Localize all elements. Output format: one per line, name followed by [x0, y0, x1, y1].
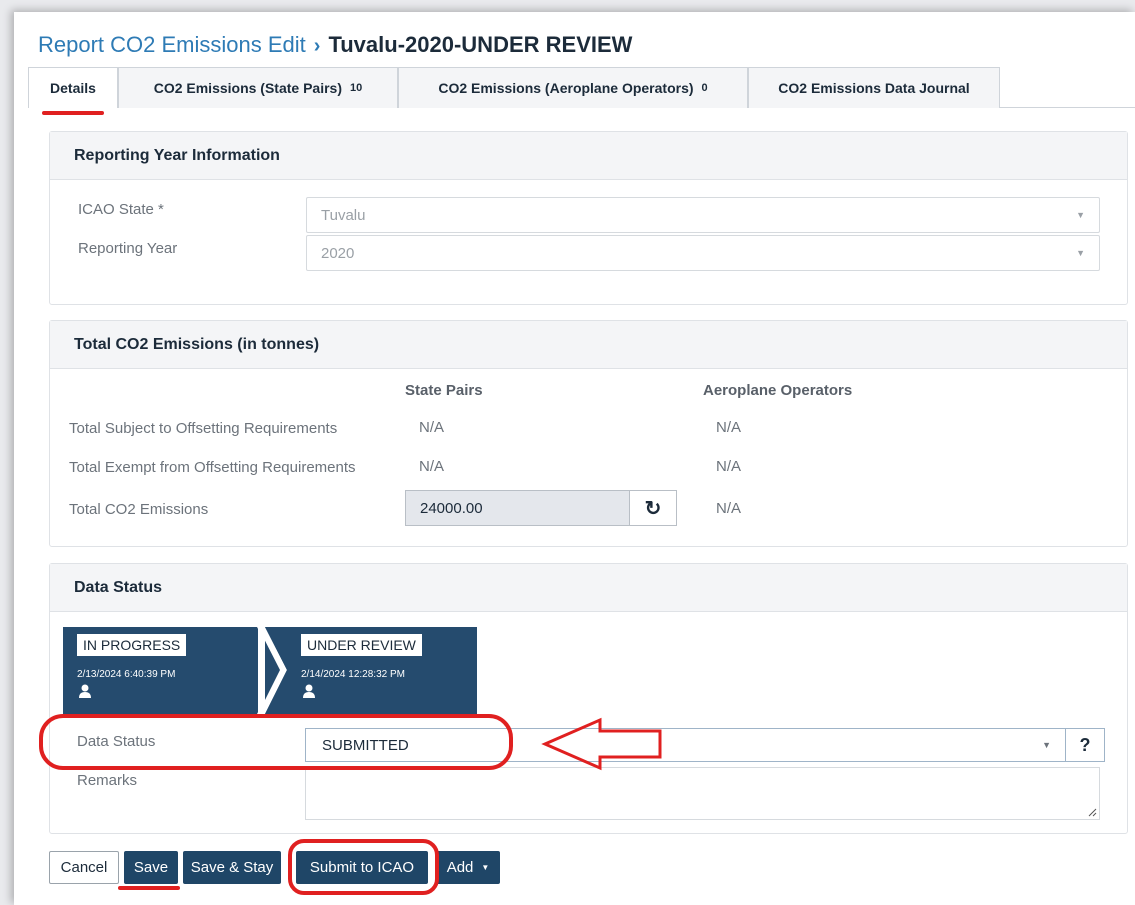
data-status-label: Data Status — [77, 733, 156, 750]
icao-state-select[interactable]: Tuvalu ▼ — [306, 197, 1100, 233]
tab-data-journal[interactable]: CO2 Emissions Data Journal — [748, 67, 1000, 108]
reporting-year-label: Reporting Year — [78, 240, 178, 257]
help-button[interactable]: ? — [1065, 728, 1105, 762]
annotation-underline-details — [42, 111, 104, 115]
panel-title: Total CO2 Emissions (in tonnes) — [50, 321, 1127, 369]
tab-label: CO2 Emissions (Aeroplane Operators) — [438, 80, 694, 96]
breadcrumb: Report CO2 Emissions Edit › Tuvalu-2020-UN… — [38, 32, 632, 59]
annotation-underline-save — [118, 886, 180, 890]
status-step-in-progress: IN PROGRESS 2/13/2024 6:40:39 PM — [63, 627, 258, 714]
subject-offsetting-label: Total Subject to Offsetting Requirements — [69, 420, 338, 437]
tab-label: CO2 Emissions (State Pairs) — [153, 80, 343, 96]
caret-down-icon: ▼ — [1042, 740, 1051, 750]
status-step-badge: IN PROGRESS — [77, 634, 187, 656]
user-icon — [79, 684, 91, 698]
cancel-button[interactable]: Cancel — [49, 851, 119, 884]
save-button[interactable]: Save — [124, 851, 178, 884]
exempt-offsetting-operators-value: N/A — [716, 458, 742, 475]
tab-label: Details — [50, 80, 96, 96]
status-step-date: 2/13/2024 6:40:39 PM — [77, 669, 176, 680]
reporting-year-value: 2020 — [321, 244, 355, 262]
operators-column-header: Aeroplane Operators — [703, 382, 853, 399]
status-step-date: 2/14/2024 12:28:32 PM — [301, 669, 405, 680]
save-and-stay-button[interactable]: Save & Stay — [183, 851, 281, 884]
total-co2-operators-value: N/A — [716, 500, 742, 517]
user-icon — [303, 684, 315, 698]
data-status-select[interactable]: SUBMITTED ▼ — [305, 728, 1066, 762]
tab-aeroplane-operators[interactable]: CO2 Emissions (Aeroplane Operators) 0 — [398, 67, 748, 108]
add-button-label: Add — [446, 859, 474, 876]
refresh-button[interactable]: ↻ — [629, 490, 677, 526]
subject-offsetting-operators-value: N/A — [716, 419, 742, 436]
tab-label: CO2 Emissions Data Journal — [778, 80, 970, 96]
submit-to-icao-button[interactable]: Submit to ICAO — [296, 851, 428, 884]
remarks-textarea[interactable] — [305, 767, 1100, 820]
tab-count-badge: 0 — [701, 82, 708, 94]
icao-state-label: ICAO State * — [78, 201, 164, 218]
caret-down-icon: ▼ — [1076, 210, 1085, 220]
icao-state-value: Tuvalu — [321, 206, 366, 224]
total-co2-label: Total CO2 Emissions — [69, 501, 209, 518]
add-dropdown-button[interactable]: Add ▼ — [436, 851, 500, 884]
exempt-offsetting-state-pairs-value: N/A — [419, 458, 445, 475]
tab-state-pairs[interactable]: CO2 Emissions (State Pairs) 10 — [118, 67, 398, 108]
tab-details[interactable]: Details — [28, 67, 118, 108]
panel-title: Data Status — [50, 564, 1127, 612]
remarks-label: Remarks — [77, 772, 138, 789]
state-pairs-column-header: State Pairs — [405, 382, 483, 399]
refresh-icon: ↻ — [644, 497, 662, 520]
breadcrumb-parent-link[interactable]: Report CO2 Emissions Edit — [38, 32, 306, 57]
resize-handle-icon[interactable] — [1087, 807, 1097, 817]
caret-down-icon: ▼ — [481, 863, 490, 872]
panel-title: Reporting Year Information — [50, 132, 1127, 180]
status-step-badge: UNDER REVIEW — [301, 634, 422, 656]
caret-down-icon: ▼ — [1076, 248, 1085, 258]
page-title: Tuvalu-2020-UNDER REVIEW — [328, 32, 633, 57]
reporting-year-select[interactable]: 2020 ▼ — [306, 235, 1100, 271]
data-status-value: SUBMITTED — [322, 736, 409, 754]
status-step-under-review: UNDER REVIEW 2/14/2024 12:28:32 PM — [265, 627, 477, 714]
total-co2-state-pairs-field[interactable]: 24000.00 — [405, 490, 630, 526]
exempt-offsetting-label: Total Exempt from Offsetting Requirement… — [69, 459, 356, 476]
subject-offsetting-state-pairs-value: N/A — [419, 419, 445, 436]
breadcrumb-separator-icon: › — [313, 35, 321, 57]
tab-count-badge: 10 — [350, 82, 363, 94]
